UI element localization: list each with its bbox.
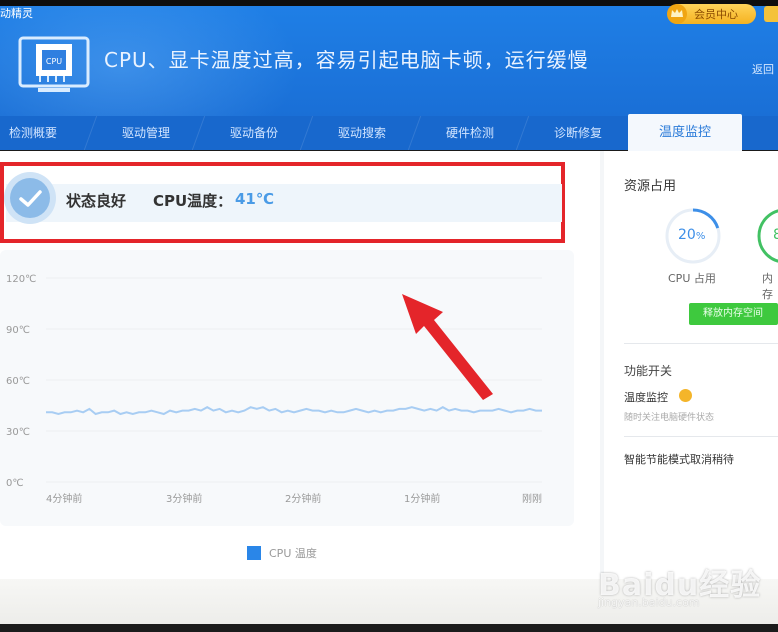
tab-temperature-monitor[interactable]: 温度监控	[628, 114, 742, 151]
tab-separator	[83, 116, 98, 150]
cpu-chip-icon: CPU	[18, 36, 90, 92]
memory-usage-value: 8	[773, 227, 778, 243]
tab-separator	[191, 116, 206, 150]
header-warning-text: CPU、显卡温度过高，容易引起电脑卡顿，运行缓慢	[104, 48, 589, 72]
tab-hardware-check[interactable]: 硬件检测	[428, 116, 512, 150]
tab-driver-manage[interactable]: 驱动管理	[104, 116, 188, 150]
crown-icon	[667, 4, 687, 24]
cpu-usage-value: 20%	[678, 227, 706, 243]
y-tick-label: 0℃	[6, 478, 24, 489]
free-memory-button[interactable]: 释放内存空间	[689, 303, 778, 325]
x-tick-label: 1分钟前	[404, 492, 440, 505]
divider	[624, 436, 778, 437]
x-tick-label: 4分钟前	[46, 492, 82, 505]
red-arrow-annotation	[402, 294, 493, 400]
chart-legend[interactable]: CPU 温度	[247, 545, 317, 561]
y-tick-label: 120℃	[6, 274, 36, 285]
tab-driver-backup[interactable]: 驱动备份	[212, 116, 296, 150]
x-tick-label: 刚刚	[522, 493, 542, 505]
vip-label: 会员中心	[694, 8, 738, 21]
tab-diagnose-repair[interactable]: 诊断修复	[536, 116, 620, 150]
function-switch-title: 功能开关	[624, 364, 673, 378]
cpu-usage-label: CPU 占用	[668, 272, 716, 285]
cpu-temperature-series-line	[46, 406, 542, 416]
tab-separator	[299, 116, 314, 150]
legend-label: CPU 温度	[269, 547, 317, 560]
svg-text:CPU: CPU	[46, 57, 62, 66]
smart-mode-label[interactable]: 智能节能模式取消稍待	[624, 451, 734, 467]
divider	[624, 343, 778, 344]
legend-swatch	[247, 546, 261, 560]
x-tick-label: 2分钟前	[285, 492, 321, 505]
skin-icon[interactable]	[764, 6, 778, 22]
back-link[interactable]: 返回	[752, 61, 774, 77]
x-tick-label: 3分钟前	[166, 492, 202, 505]
status-check-icon	[4, 172, 56, 224]
status-label: 状态良好	[66, 192, 127, 210]
temp-monitor-status-icon[interactable]	[679, 389, 692, 402]
temp-monitor-toggle-label: 温度监控	[624, 391, 668, 404]
tab-overview[interactable]: 检测概要	[0, 116, 68, 150]
vip-center-button[interactable]: 会员中心	[667, 4, 756, 24]
app-title: 动精灵	[0, 7, 33, 20]
taskbar-strip	[0, 624, 778, 632]
cpu-temp-label: CPU温度：	[153, 192, 233, 210]
watermark-url: jingyan.baidu.com	[598, 596, 700, 609]
tab-separator	[407, 116, 422, 150]
y-tick-label: 60℃	[6, 376, 30, 387]
temp-monitor-description: 随时关注电脑硬件状态	[624, 413, 715, 423]
tab-driver-search[interactable]: 驱动搜索	[320, 116, 404, 150]
y-tick-label: 90℃	[6, 325, 30, 336]
resource-usage-title: 资源占用	[624, 179, 677, 194]
memory-usage-label: 内存	[762, 272, 773, 301]
tab-separator	[515, 116, 530, 150]
cpu-temp-value: 41℃	[235, 190, 275, 208]
y-tick-label: 30℃	[6, 427, 30, 438]
